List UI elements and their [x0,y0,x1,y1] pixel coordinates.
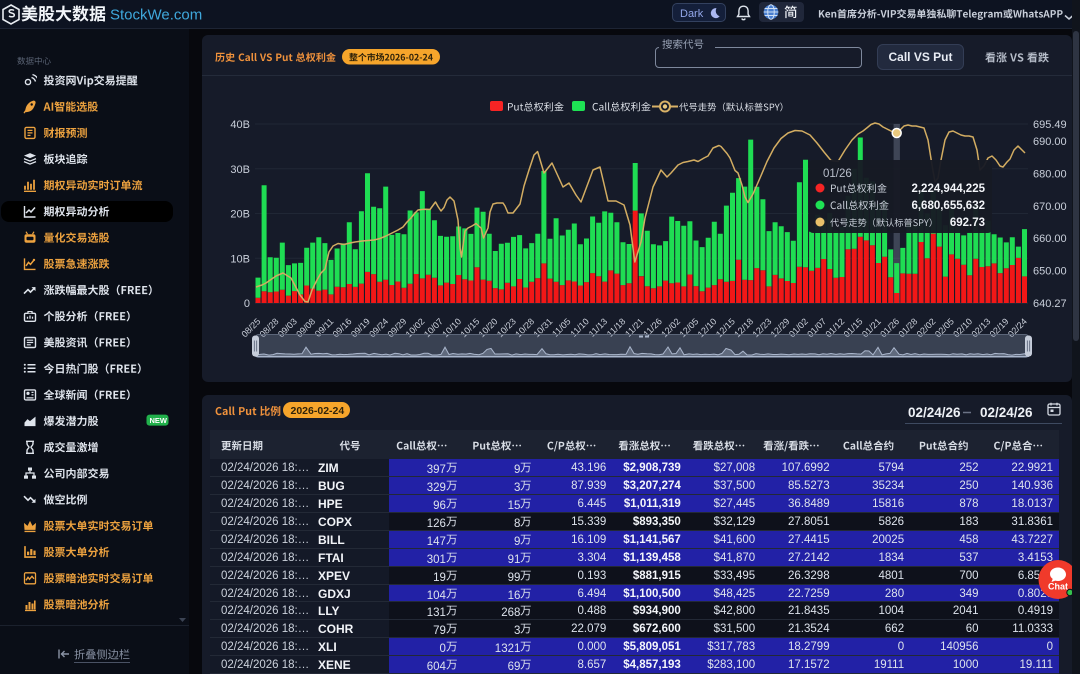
svg-text:01/26: 01/26 [823,168,852,180]
svg-text:695.49: 695.49 [1033,119,1067,131]
svg-text:680.00: 680.00 [1033,168,1067,180]
svg-text:0: 0 [244,298,250,310]
svg-text:30B: 30B [230,164,250,176]
svg-text:02/24/26: 02/24/26 [980,405,1033,420]
svg-text:6,680,655,632: 6,680,655,632 [911,200,985,212]
svg-text:20B: 20B [230,209,250,221]
svg-text:692.73: 692.73 [950,217,985,229]
svg-text:660.00: 660.00 [1033,233,1067,245]
svg-text:690.00: 690.00 [1033,136,1067,148]
svg-text:670.00: 670.00 [1033,201,1067,213]
svg-text:2026-02-24: 2026-02-24 [291,405,345,417]
svg-text:2,224,944,225: 2,224,944,225 [911,183,985,195]
svg-text:10B: 10B [230,253,250,265]
svg-text:40B: 40B [230,119,250,131]
svg-text:640.27: 640.27 [1033,298,1067,310]
svg-text:Chat: Chat [1048,582,1068,592]
svg-text:02/24/26: 02/24/26 [908,405,961,420]
svg-text:650.00: 650.00 [1033,266,1067,278]
